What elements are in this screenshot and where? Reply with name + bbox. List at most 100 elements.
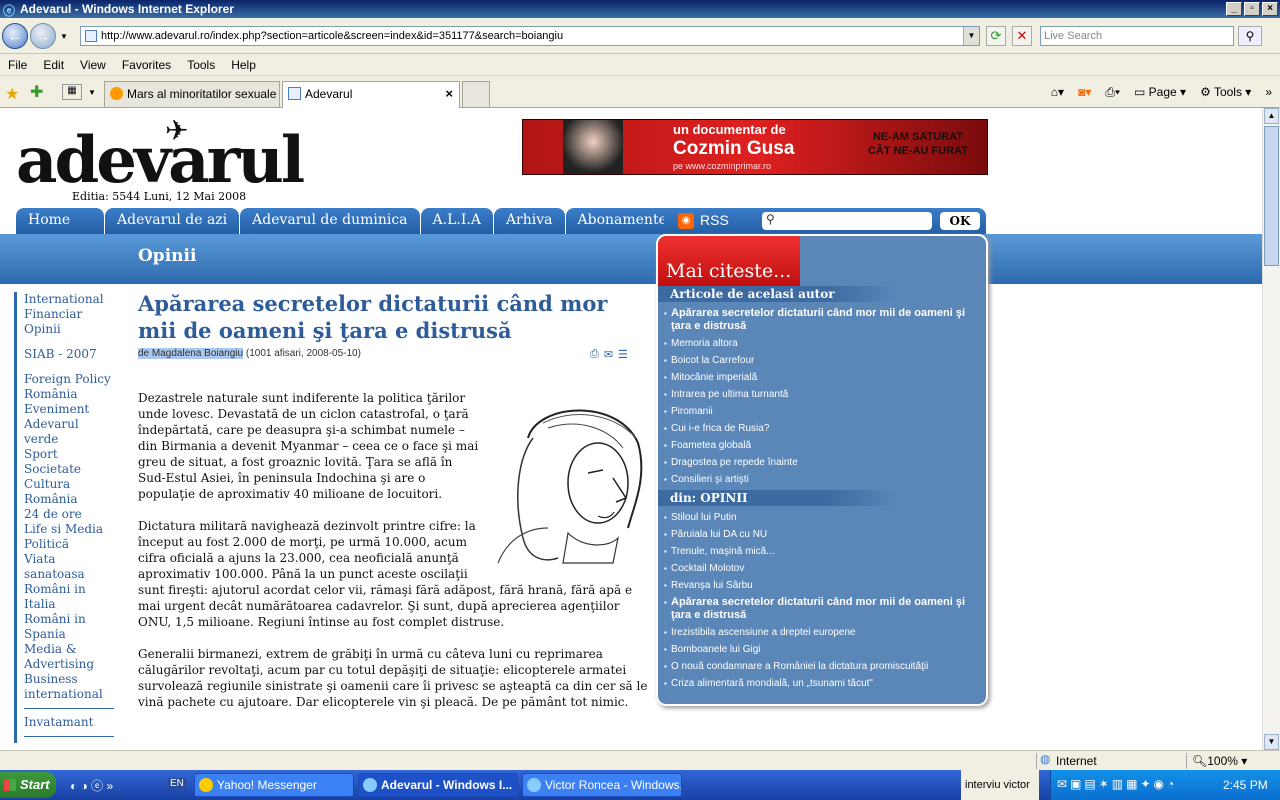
task-yahoo-messenger[interactable]: Yahoo! Messenger	[194, 773, 354, 797]
live-search-input[interactable]: Live Search	[1040, 26, 1234, 46]
leftnav-item[interactable]: Foreign Policy România	[24, 372, 114, 402]
list-item[interactable]: Mitocănie imperială	[664, 371, 984, 384]
page-menu[interactable]: ▭ Page ▾	[1134, 84, 1186, 100]
scroll-up-icon[interactable]: ▲	[1264, 108, 1279, 124]
nav-alia[interactable]: A.L.I.A	[420, 208, 493, 234]
vertical-scrollbar[interactable]: ▲ ▼	[1262, 108, 1280, 750]
list-item[interactable]: O nouă condamnare a României la dictatur…	[664, 660, 984, 673]
ad-banner[interactable]: un documentar de Cozmin Gusa pe www.cozm…	[522, 119, 988, 175]
tray-toolbar-text[interactable]: interviu victor	[961, 770, 1039, 800]
start-button[interactable]: Start	[0, 772, 56, 798]
list-item[interactable]: Piromanii	[664, 405, 984, 418]
nav-home[interactable]: Home	[16, 208, 104, 234]
print-icon[interactable]: ⎙▾	[1105, 84, 1120, 100]
list-item[interactable]: Intrarea pe ultima turnantă	[664, 388, 984, 401]
list-item[interactable]: Cui i-e frica de Rusia?	[664, 422, 984, 435]
close-tab-icon[interactable]: ×	[445, 82, 453, 106]
leftnav-item[interactable]: Cultura	[24, 477, 114, 492]
tools-menu[interactable]: ⚙ Tools ▾	[1200, 84, 1251, 100]
nav-adevarul-de-azi[interactable]: Adevarul de azi	[105, 208, 240, 234]
leftnav-item[interactable]: Business international	[24, 672, 114, 702]
address-url[interactable]: http://www.adevarul.ro/index.php?section…	[101, 30, 563, 42]
address-bar[interactable]: http://www.adevarul.ro/index.php?section…	[80, 26, 980, 46]
task-victor-roncea[interactable]: Victor Roncea - Windows...	[522, 773, 682, 797]
minimize-button[interactable]: _	[1226, 2, 1242, 16]
list-item[interactable]: Trenule, maşină mică...	[664, 545, 984, 558]
scroll-thumb[interactable]	[1264, 126, 1279, 266]
list-item[interactable]: Apărarea secretelor dictaturii când mor …	[664, 307, 984, 333]
list-item[interactable]: Păruiala lui DA cu NU	[664, 528, 984, 541]
leftnav-item[interactable]: Români in Spania	[24, 612, 114, 642]
list-item[interactable]: Foametea globală	[664, 439, 984, 452]
menu-file[interactable]: File	[8, 54, 27, 75]
language-indicator[interactable]: EN	[168, 778, 186, 789]
forward-button[interactable]: →	[30, 23, 56, 49]
scroll-down-icon[interactable]: ▼	[1264, 734, 1279, 750]
tray-icons[interactable]: ✉▣▤✶▥▦✦◉◔	[1057, 777, 1177, 791]
address-dropdown-icon[interactable]: ▼	[963, 27, 979, 45]
list-item[interactable]: Apărarea secretelor dictaturii când mor …	[664, 596, 984, 622]
print-article-icon[interactable]: ⎙	[590, 348, 599, 361]
tab-adevarul[interactable]: Adevarul ×	[282, 81, 460, 108]
list-item[interactable]: Bomboanele lui Gigi	[664, 643, 984, 656]
leftnav-item[interactable]: Viata sanatoasa	[24, 552, 114, 582]
feeds-icon[interactable]: ◙▾	[1078, 84, 1091, 100]
list-item[interactable]: Memoria altora	[664, 337, 984, 350]
stop-icon[interactable]: ✕	[1012, 26, 1032, 46]
tab-list-dropdown-icon[interactable]: ▼	[88, 88, 96, 97]
leftnav-item[interactable]: România	[24, 492, 114, 507]
site-search-input[interactable]: ⚲	[762, 212, 932, 230]
list-item[interactable]: Irezistibila ascensiune a dreptei europe…	[664, 626, 984, 639]
list-item[interactable]: Dragostea pe repede înainte	[664, 456, 984, 469]
leftnav-item[interactable]: Români in Italia	[24, 582, 114, 612]
leftnav-item[interactable]: Financiar	[24, 307, 114, 322]
back-button[interactable]: ←	[2, 23, 28, 49]
rss-icon[interactable]: ◉	[678, 213, 694, 229]
leftnav-item[interactable]: Eveniment	[24, 402, 114, 417]
nav-adevarul-de-duminica[interactable]: Adevarul de duminica	[240, 208, 420, 234]
zoom-level[interactable]: 🔍︎100% ▾	[1192, 754, 1247, 768]
nav-arhiva[interactable]: Arhiva	[493, 208, 565, 234]
leftnav-item[interactable]: Politică	[24, 537, 114, 552]
nav-abonamente[interactable]: Abonamente	[565, 208, 679, 234]
close-window-button[interactable]: ×	[1262, 2, 1278, 16]
list-item[interactable]: Stiloul lui Putin	[664, 511, 984, 524]
leftnav-item[interactable]: Invatamant	[24, 715, 114, 730]
menu-help[interactable]: Help	[231, 54, 256, 75]
menu-edit[interactable]: Edit	[43, 54, 64, 75]
quicklaunch-icons[interactable]: ◐ ◑ ⓔ »	[70, 777, 113, 794]
home-icon[interactable]: ⌂▾	[1051, 84, 1064, 100]
leftnav-item[interactable]: SIAB - 2007	[24, 347, 114, 362]
list-item[interactable]: Criza alimentară mondială, un „tsunami t…	[664, 677, 984, 690]
leftnav-item[interactable]: Adevarul verde	[24, 417, 114, 447]
leftnav-item[interactable]: 24 de ore	[24, 507, 114, 522]
quick-tabs-icon[interactable]: ▦	[62, 84, 82, 100]
task-adevarul[interactable]: Adevarul - Windows I...	[358, 773, 518, 797]
comment-article-icon[interactable]: ☰	[618, 348, 628, 361]
tab-mars[interactable]: Mars al minoritatilor sexuale l...	[104, 81, 280, 107]
author-link[interactable]: de Magdalena Boiangiu	[138, 348, 244, 359]
leftnav-item[interactable]: Societate	[24, 462, 114, 477]
email-article-icon[interactable]: ✉	[604, 348, 613, 361]
menu-view[interactable]: View	[80, 54, 106, 75]
leftnav-item[interactable]: Sport	[24, 447, 114, 462]
search-ok-button[interactable]: OK	[940, 212, 980, 230]
list-item[interactable]: Consilieri şi artişti	[664, 473, 984, 486]
leftnav-item[interactable]: Media & Advertising	[24, 642, 114, 672]
leftnav-item[interactable]: Life si Media	[24, 522, 114, 537]
favorites-star-icon[interactable]: ★	[5, 84, 19, 104]
menu-favorites[interactable]: Favorites	[122, 54, 171, 75]
refresh-icon[interactable]: ⟳	[986, 26, 1006, 46]
history-dropdown-icon[interactable]: ▼	[60, 32, 68, 41]
list-item[interactable]: Boicot la Carrefour	[664, 354, 984, 367]
more-commands-icon[interactable]: »	[1265, 84, 1272, 100]
rss-link[interactable]: RSS	[700, 212, 729, 228]
list-item[interactable]: Cocktail Molotov	[664, 562, 984, 575]
menu-tools[interactable]: Tools	[187, 54, 215, 75]
leftnav-item[interactable]: International	[24, 292, 114, 307]
new-tab-button[interactable]	[462, 81, 490, 107]
clock[interactable]: 2:45 PM	[1223, 778, 1268, 792]
restore-button[interactable]: ▫	[1244, 2, 1260, 16]
list-item[interactable]: Revanşa lui Sârbu	[664, 579, 984, 592]
leftnav-item[interactable]: Opinii	[24, 322, 114, 337]
